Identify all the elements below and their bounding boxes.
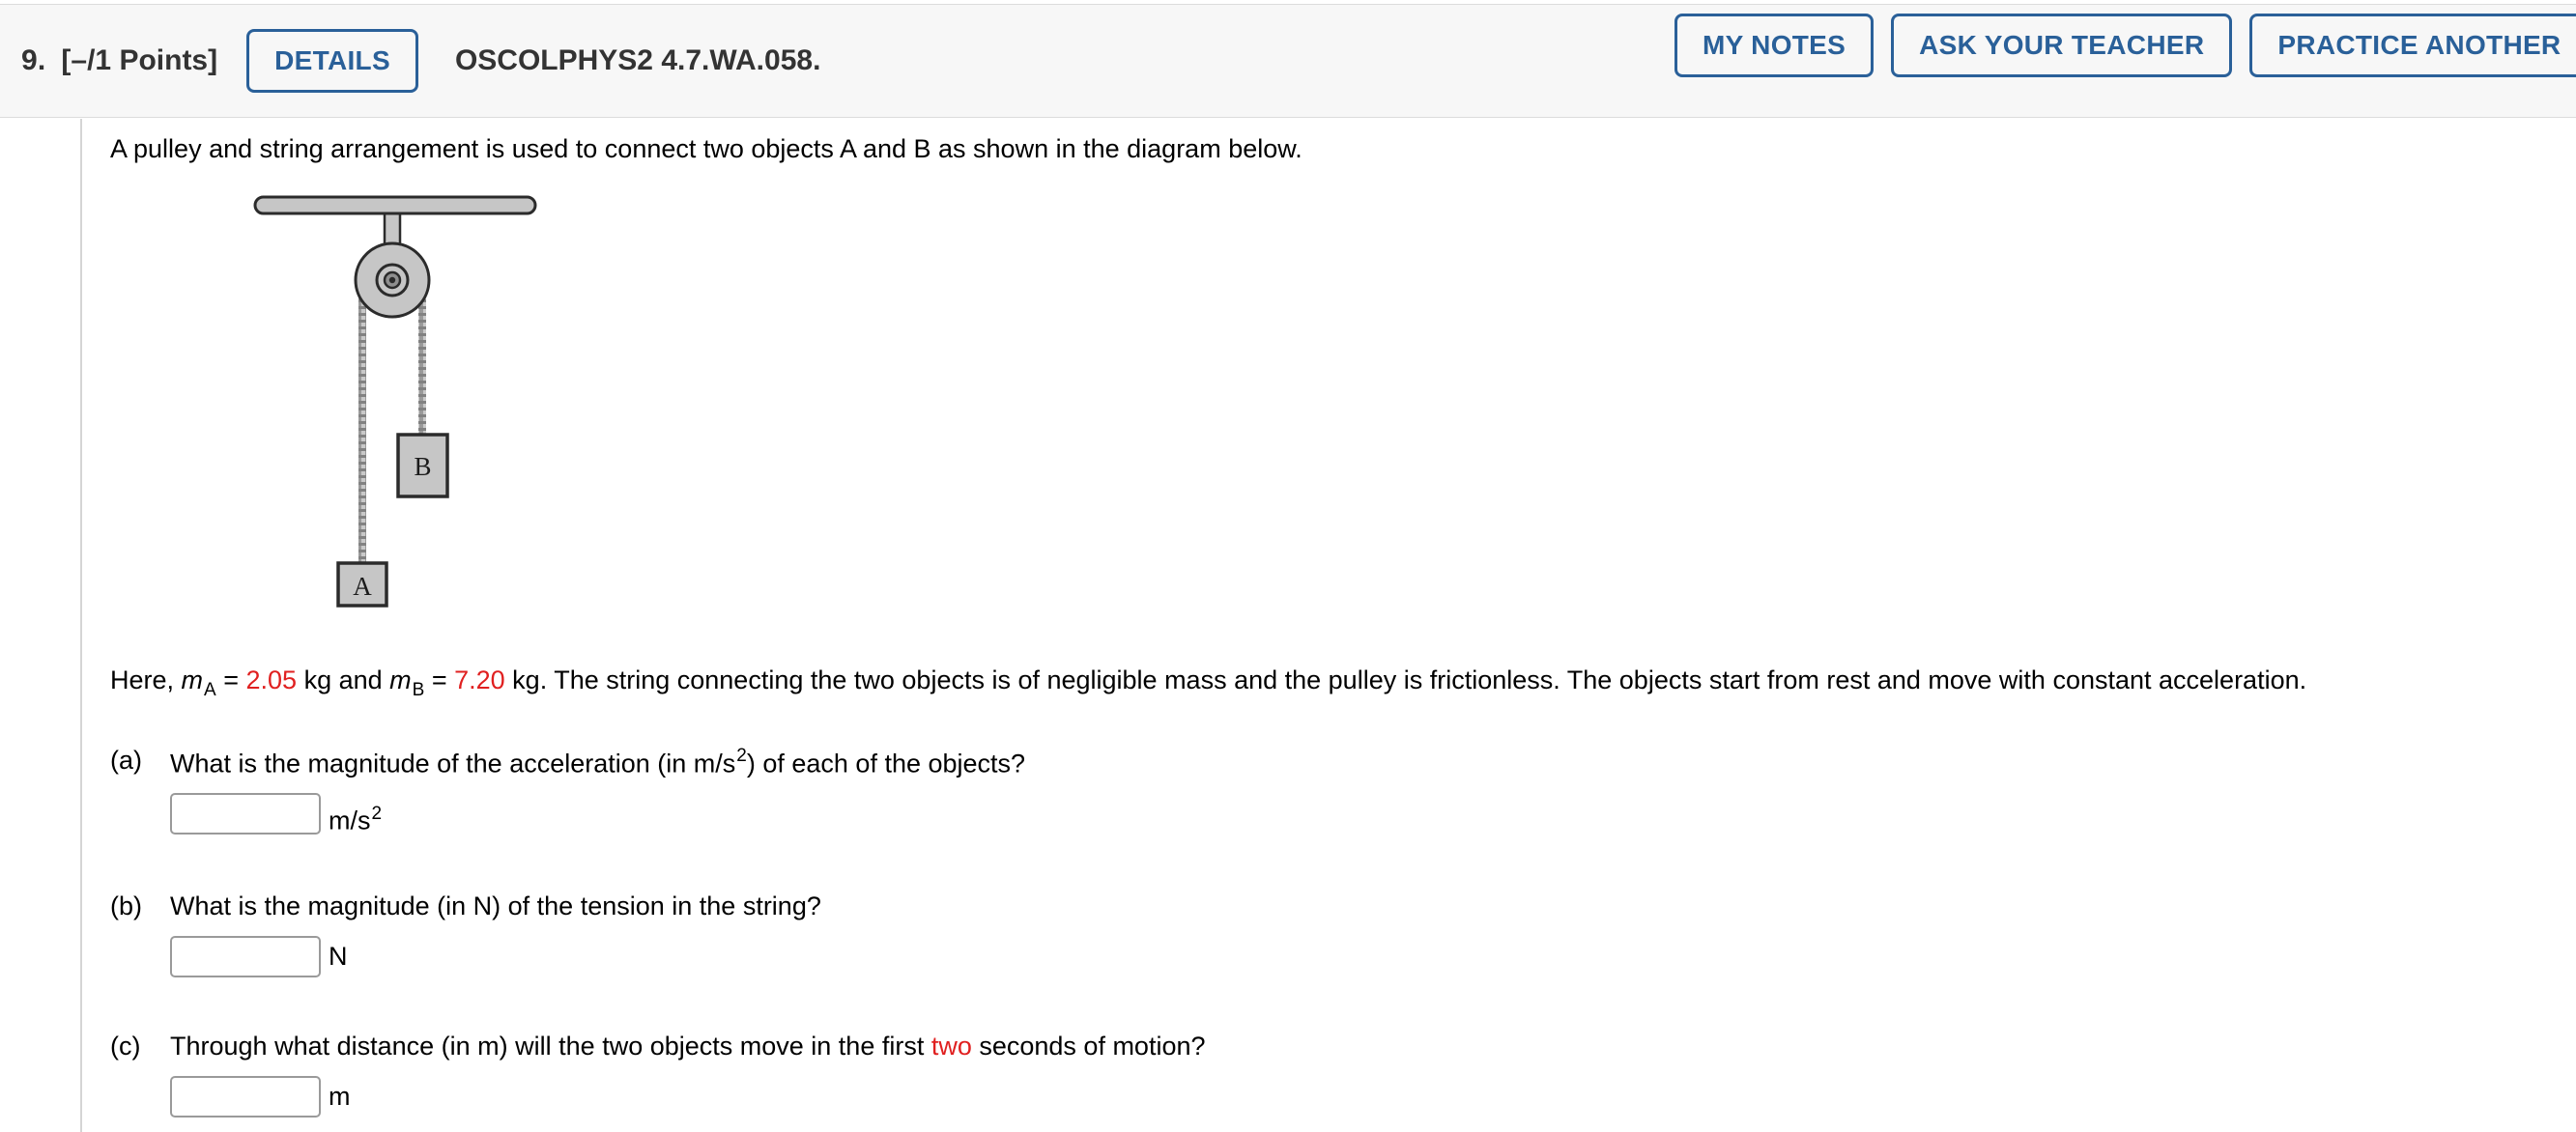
practice-another-button[interactable]: PRACTICE ANOTHER	[2249, 14, 2576, 77]
block-b-label: B	[414, 452, 431, 481]
question-number: 9.	[21, 44, 46, 76]
part-b-label: (b)	[110, 891, 142, 920]
part-b-unit: N	[329, 942, 348, 971]
part-b-text: What is the magnitude (in N) of the tens…	[170, 891, 821, 920]
part-a-answer-input[interactable]	[170, 793, 321, 835]
question-header-bar: 9. [–/1 Points] DETAILS OSCOLPHYS2 4.7.W…	[0, 4, 2576, 118]
ask-your-teacher-button[interactable]: ASK YOUR TEACHER	[1891, 14, 2233, 77]
mass-b-symbol: m	[389, 665, 412, 694]
mass-b-subscript: B	[412, 679, 425, 700]
part-a-label: (a)	[110, 746, 142, 775]
details-button[interactable]: DETAILS	[246, 29, 418, 93]
question-content: A pulley and string arrangement is used …	[80, 119, 2576, 1132]
part-a-text-2: ) of each of the objects?	[746, 749, 1026, 778]
part-a-unit-text: m/s	[329, 806, 371, 835]
pulley-axle-dot	[388, 276, 396, 284]
ceiling-bar	[253, 195, 537, 215]
given-prefix: Here,	[110, 665, 182, 694]
part-a-text: What is the magnitude of the acceleratio…	[170, 746, 1025, 778]
problem-id-label: OSCOLPHYS2 4.7.WA.058.	[454, 44, 821, 76]
part-c-prompt-row: (c) Through what distance (in m) will th…	[110, 1032, 1206, 1061]
part-a-text-1: What is the magnitude of the acceleratio…	[170, 749, 736, 778]
block-a-label: A	[353, 572, 372, 601]
question-intro-text: A pulley and string arrangement is used …	[110, 134, 1302, 163]
given-values-text: Here, mA = 2.05 kg and mB = 7.20 kg. The…	[110, 665, 2306, 701]
mass-b-equals: =	[424, 665, 455, 694]
part-c-answer-input[interactable]	[170, 1076, 321, 1118]
part-a-prompt-row: (a) What is the magnitude of the acceler…	[110, 746, 1025, 778]
part-c-text-2: seconds of motion?	[971, 1032, 1206, 1061]
given-suffix: kg. The string connecting the two object…	[504, 665, 2307, 694]
string-left-segment	[358, 281, 366, 600]
header-actions: MY NOTES ASK YOUR TEACHER PRACTICE ANOTH…	[1674, 14, 2576, 77]
mass-a-value: 2.05	[245, 665, 298, 694]
part-c-text: Through what distance (in m) will the tw…	[170, 1032, 1206, 1061]
mass-a-unit: kg and	[297, 665, 390, 694]
question-part-a: (a) What is the magnitude of the acceler…	[110, 746, 1025, 842]
question-part-c: (c) Through what distance (in m) will th…	[110, 1032, 1206, 1118]
part-a-exponent: 2	[736, 746, 747, 766]
question-part-b: (b) What is the magnitude (in N) of the …	[110, 891, 821, 977]
part-c-label: (c)	[110, 1032, 141, 1061]
pulley-diagram: B A	[251, 191, 570, 650]
part-b-answer-input[interactable]	[170, 936, 321, 977]
points-badge: [–/1 Points]	[61, 44, 218, 76]
part-b-answer-row: N	[170, 936, 821, 977]
mass-a-subscript: A	[204, 679, 216, 700]
part-c-answer-row: m	[170, 1076, 1206, 1118]
part-a-unit: m/s2	[329, 793, 382, 841]
mass-a-symbol: m	[181, 665, 204, 694]
part-a-unit-exponent: 2	[371, 804, 383, 825]
part-a-answer-row: m/s2	[170, 793, 1025, 841]
mass-b-value: 7.20	[454, 665, 505, 694]
part-b-prompt-row: (b) What is the magnitude (in N) of the …	[110, 891, 821, 921]
part-c-text-1: Through what distance (in m) will the tw…	[170, 1032, 931, 1061]
part-c-unit: m	[329, 1082, 351, 1111]
my-notes-button[interactable]: MY NOTES	[1674, 14, 1875, 77]
mass-a-equals: =	[215, 665, 246, 694]
part-c-highlight: two	[930, 1032, 972, 1061]
